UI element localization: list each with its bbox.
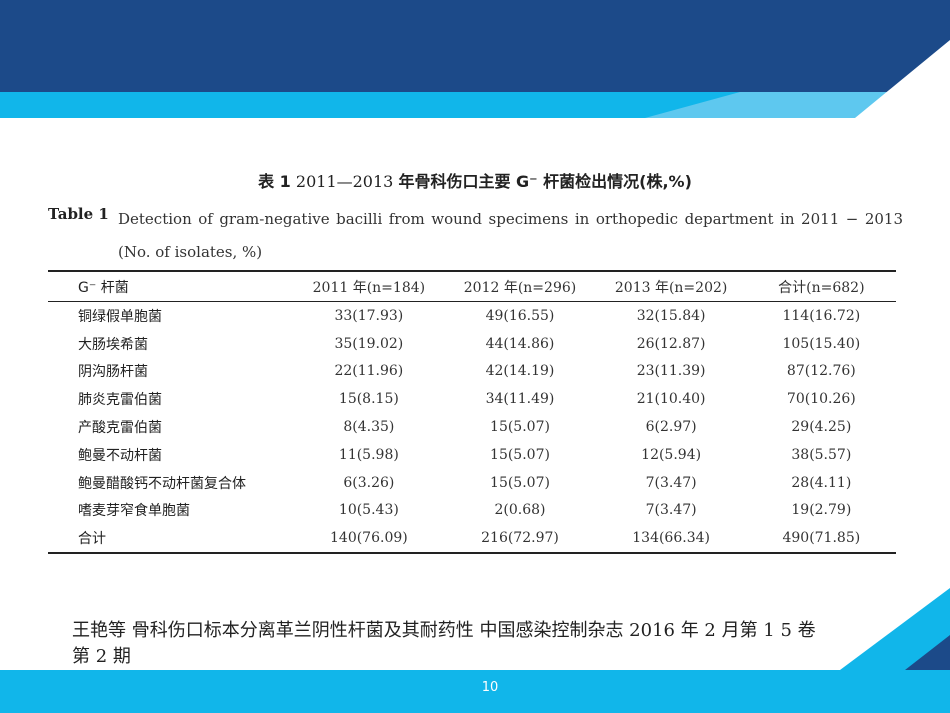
- cell-total: 29(4.25): [791, 419, 852, 436]
- cell-2011: 6(3.26): [343, 474, 395, 491]
- column-header-2012: 2012 年(n=296): [444, 270, 596, 302]
- cell-bacteria: 鲍曼不动杆菌: [78, 447, 162, 464]
- header-decoration: [645, 40, 950, 118]
- table-title-cn-years: 2011—2013: [295, 172, 394, 191]
- cell-2012: 44(14.86): [485, 335, 555, 352]
- cell-2012: 34(11.49): [485, 391, 555, 408]
- total-2013: 134(66.34): [595, 524, 747, 555]
- cell-2013: 6(2.97): [645, 419, 697, 436]
- table-title-cn: 表 1 2011—2013 年骨科伤口主要 G⁻ 杆菌检出情况(株,%): [0, 168, 950, 192]
- cell-2011: 22(11.96): [334, 363, 404, 380]
- cell-total: 114(16.72): [782, 307, 861, 324]
- cell-2012: 42(14.19): [485, 363, 555, 380]
- table-title-cn-prefix: 表 1: [258, 172, 291, 191]
- header-white-wedge: [855, 40, 950, 118]
- total-2012: 216(72.97): [444, 524, 596, 555]
- table-row: 铜绿假单胞菌 33(17.93) 49(16.55) 32(15.84) 114…: [48, 302, 896, 330]
- total-label: 合计: [48, 524, 294, 555]
- cell-2012: 15(5.07): [490, 446, 550, 463]
- cell-2012: 49(16.55): [485, 307, 555, 324]
- cell-2011: 35(19.02): [334, 335, 404, 352]
- cell-total: 19(2.79): [791, 502, 852, 519]
- cell-total: 105(15.40): [782, 335, 861, 352]
- table-row: 肺炎克雷伯菌 15(8.15) 34(11.49) 21(10.40) 70(1…: [48, 385, 896, 413]
- cell-bacteria: 嗜麦芽窄食单胞菌: [78, 503, 190, 520]
- cell-2012: 2(0.68): [494, 502, 546, 519]
- cell-total: 87(12.76): [786, 363, 856, 380]
- table-row: 鲍曼醋酸钙不动杆菌复合体 6(3.26) 15(5.07) 7(3.47) 28…: [48, 469, 896, 497]
- column-header-2013: 2013 年(n=202): [595, 270, 747, 302]
- cell-total: 28(4.11): [791, 474, 852, 491]
- column-header-total: 合计(n=682): [746, 270, 896, 302]
- table-title-en: Detection of gram-negative bacilli from …: [118, 210, 903, 261]
- table-row: 鲍曼不动杆菌 11(5.98) 15(5.07) 12(5.94) 38(5.5…: [48, 441, 896, 469]
- column-header-2011: 2011 年(n=184): [293, 270, 445, 302]
- cell-bacteria: 大肠埃希菌: [78, 336, 148, 353]
- table-label-en: Table 1: [48, 205, 109, 223]
- cell-2011: 11(5.98): [338, 446, 399, 463]
- page-number: 10: [481, 680, 499, 695]
- citation-text: 王艳等 骨科伤口标本分离革兰阴性杆菌及其耐药性 中国感染控制杂志 2016 年 …: [72, 620, 816, 667]
- cell-2013: 23(11.39): [636, 363, 706, 380]
- cell-bacteria: 肺炎克雷伯菌: [78, 392, 162, 409]
- cell-2011: 8(4.35): [343, 419, 395, 436]
- cell-bacteria: 阴沟肠杆菌: [78, 364, 148, 381]
- cell-2012: 15(5.07): [490, 474, 550, 491]
- cell-2013: 26(12.87): [636, 335, 706, 352]
- cell-2013: 32(15.84): [636, 307, 706, 324]
- cell-2013: 7(3.47): [645, 502, 697, 519]
- cell-2012: 15(5.07): [490, 419, 550, 436]
- table-title-cn-main: 年骨科伤口主要 G⁻ 杆菌检出情况(株,%): [398, 172, 692, 191]
- column-header-bacteria: G⁻ 杆菌: [48, 270, 294, 302]
- cell-bacteria: 鲍曼醋酸钙不动杆菌复合体: [78, 475, 246, 492]
- total-2011: 140(76.09): [293, 524, 445, 555]
- cell-bacteria: 铜绿假单胞菌: [78, 308, 162, 325]
- table-row: 阴沟肠杆菌 22(11.96) 42(14.19) 23(11.39) 87(1…: [48, 358, 896, 386]
- cell-2011: 10(5.43): [338, 502, 399, 519]
- table-row: 产酸克雷伯菌 8(4.35) 15(5.07) 6(2.97) 29(4.25): [48, 413, 896, 441]
- total-all: 490(71.85): [746, 524, 896, 555]
- cell-2013: 7(3.47): [645, 474, 697, 491]
- table-header-row: G⁻ 杆菌 2011 年(n=184) 2012 年(n=296) 2013 年…: [48, 270, 896, 302]
- cell-2011: 15(8.15): [338, 391, 399, 408]
- cell-bacteria: 产酸克雷伯菌: [78, 420, 162, 437]
- table-row: 大肠埃希菌 35(19.02) 44(14.86) 26(12.87) 105(…: [48, 330, 896, 358]
- cell-total: 70(10.26): [786, 391, 856, 408]
- table-row: 嗜麦芽窄食单胞菌 10(5.43) 2(0.68) 7(3.47) 19(2.7…: [48, 497, 896, 525]
- cell-2013: 12(5.94): [641, 446, 702, 463]
- data-table: G⁻ 杆菌 2011 年(n=184) 2012 年(n=296) 2013 年…: [48, 270, 896, 555]
- cell-2013: 21(10.40): [636, 391, 706, 408]
- table-total-row: 合计 140(76.09) 216(72.97) 134(66.34) 490(…: [48, 524, 896, 555]
- cell-total: 38(5.57): [791, 446, 852, 463]
- cell-2011: 33(17.93): [334, 307, 404, 324]
